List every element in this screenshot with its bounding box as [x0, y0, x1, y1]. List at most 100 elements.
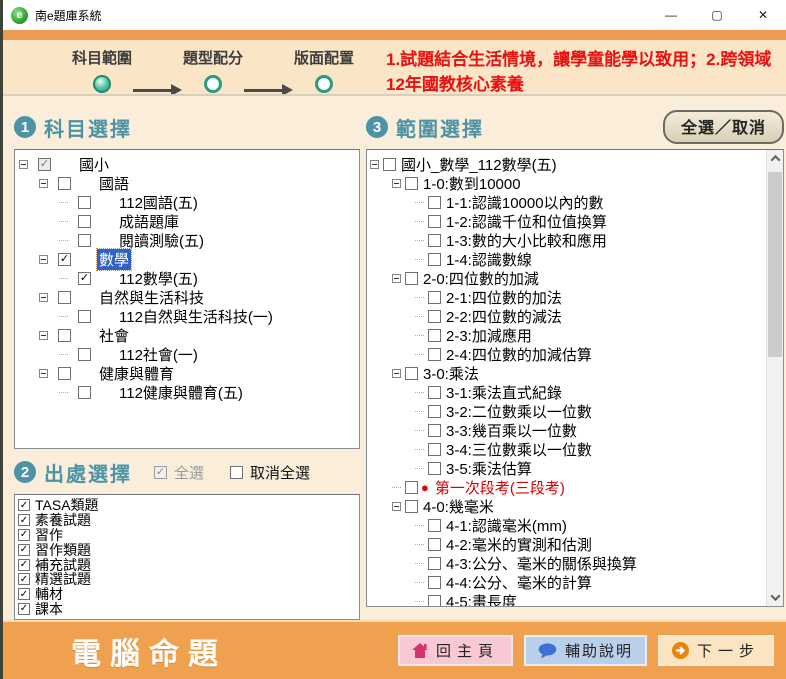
checkbox-icon[interactable] — [58, 291, 71, 304]
scroll-down-button[interactable] — [767, 589, 783, 606]
tree-node-label[interactable]: 112自然與生活科技(一) — [117, 306, 275, 327]
expander-minus-icon[interactable] — [39, 369, 48, 378]
tree-node-label[interactable]: 健康與體育 — [97, 363, 176, 384]
tree-node-label[interactable]: 2-2:四位數的減法 — [444, 306, 564, 327]
step-question-allocation[interactable]: 題型配分 — [176, 47, 250, 93]
tree-node-label[interactable]: 國語 — [97, 173, 131, 194]
tree-node-label[interactable]: 2-0:四位數的加減 — [421, 268, 541, 289]
tree-node-label[interactable]: 第一次段考(三段考) — [433, 477, 567, 498]
checkbox-icon[interactable] — [428, 253, 441, 266]
source-list-item[interactable]: ✓精選試題 — [18, 572, 359, 587]
scrollbar[interactable] — [766, 150, 783, 606]
tree-node-label[interactable]: 1-3:數的大小比較和應用 — [444, 230, 609, 251]
tree-node-label[interactable]: 3-4:三位數乘以一位數 — [444, 439, 594, 460]
tree-node-label[interactable]: 112社會(一) — [117, 344, 200, 365]
tree-node-label[interactable]: 4-5:畫長度 — [444, 591, 519, 607]
tree-node-label[interactable]: 2-4:四位數的加減估算 — [444, 344, 594, 365]
maximize-button[interactable]: ▢ — [694, 0, 740, 30]
checkbox-icon[interactable] — [428, 386, 441, 399]
checkbox-icon[interactable] — [428, 443, 441, 456]
expander-minus-icon[interactable] — [392, 179, 401, 188]
tree-node-label[interactable]: 112數學(五) — [117, 268, 200, 289]
checkbox-icon[interactable] — [428, 329, 441, 342]
checkbox-icon[interactable] — [428, 291, 441, 304]
tree-node-label[interactable]: 1-2:認識千位和位值換算 — [444, 211, 609, 232]
checkbox-icon[interactable] — [428, 462, 441, 475]
checkbox-icon[interactable] — [78, 386, 91, 399]
checkbox-icon[interactable] — [78, 348, 91, 361]
checkbox-icon[interactable]: ✓ — [18, 588, 30, 600]
expander-minus-icon[interactable] — [39, 179, 48, 188]
tree-node-label[interactable]: 4-2:毫米的實測和估測 — [444, 534, 594, 555]
tree-node-label[interactable]: 3-5:乘法估算 — [444, 458, 534, 479]
tree-node-label[interactable]: 4-3:公分、毫米的關係與換算 — [444, 553, 639, 574]
tree-node-label[interactable]: 閱讀測驗(五) — [117, 230, 206, 251]
expander-minus-icon[interactable] — [39, 293, 48, 302]
checkbox-icon[interactable] — [405, 272, 418, 285]
tree-node-label[interactable]: 成語題庫 — [117, 211, 181, 232]
checkbox-icon[interactable]: ✓ — [38, 158, 51, 171]
checkbox-icon[interactable] — [78, 215, 91, 228]
scroll-up-button[interactable] — [767, 150, 783, 167]
next-step-button[interactable]: 下一步 — [658, 635, 774, 666]
tree-node-label[interactable]: 4-4:公分、毫米的計算 — [444, 572, 594, 593]
tree-node-label[interactable]: 4-1:認識毫米(mm) — [444, 515, 569, 536]
help-button[interactable]: 輔助說明 — [524, 635, 647, 666]
checkbox-icon[interactable] — [428, 348, 441, 361]
tree-node-label[interactable]: 2-1:四位數的加法 — [444, 287, 564, 308]
checkbox-icon[interactable] — [405, 367, 418, 380]
checkbox-icon[interactable] — [428, 519, 441, 532]
home-button[interactable]: 回主頁 — [398, 635, 513, 666]
expander-minus-icon[interactable] — [39, 331, 48, 340]
tree-node-label[interactable]: 國小_數學_112數學(五) — [399, 154, 559, 175]
tree-node-label[interactable]: 3-0:乘法 — [421, 363, 481, 384]
tree-node-label[interactable]: 國小 — [77, 154, 111, 175]
tree-node-label[interactable]: 1-0:數到10000 — [421, 173, 523, 194]
tree-node-label[interactable]: 112健康與體育(五) — [117, 382, 245, 403]
expander-minus-icon[interactable] — [39, 255, 48, 264]
step-subject-range[interactable]: 科目範圍 — [65, 47, 139, 93]
source-list-item[interactable]: ✓素養試題 — [18, 513, 359, 528]
checkbox-icon[interactable] — [58, 177, 71, 190]
tree-node-label[interactable]: 112國語(五) — [117, 192, 200, 213]
checkbox-icon[interactable] — [428, 310, 441, 323]
checkbox-icon[interactable] — [428, 557, 441, 570]
checkbox-icon[interactable] — [58, 329, 71, 342]
checkbox-icon[interactable] — [428, 424, 441, 437]
checkbox-icon[interactable] — [428, 576, 441, 589]
checkbox-icon[interactable]: ✓ — [18, 514, 30, 526]
checkbox-icon[interactable] — [78, 234, 91, 247]
minimize-button[interactable]: — — [648, 0, 694, 30]
tree-node-label[interactable]: 社會 — [97, 325, 131, 346]
tree-node-label[interactable]: 3-1:乘法直式紀錄 — [444, 382, 564, 403]
checkbox-icon[interactable] — [428, 538, 441, 551]
checkbox-icon[interactable]: ✓ — [58, 253, 71, 266]
checkbox-icon[interactable]: ✓ — [78, 272, 91, 285]
deselect-all-checkbox[interactable]: 取消全選 — [230, 462, 310, 483]
checkbox-icon[interactable]: ✓ — [18, 544, 30, 556]
checkbox-icon[interactable] — [428, 405, 441, 418]
checkbox-icon[interactable] — [405, 177, 418, 190]
select-all-checkbox[interactable]: ✓ 全選 — [154, 462, 204, 483]
tree-node-label[interactable]: 自然與生活科技 — [97, 287, 206, 308]
checkbox-icon[interactable] — [58, 367, 71, 380]
tree-node-label[interactable]: 2-3:加減應用 — [444, 325, 534, 346]
expander-minus-icon[interactable] — [392, 369, 401, 378]
tree-node-label[interactable]: 4-0:幾毫米 — [421, 496, 496, 517]
checkbox-icon[interactable] — [405, 481, 418, 494]
tree-node-label[interactable]: 數學 — [97, 249, 131, 270]
expander-minus-icon[interactable] — [370, 160, 379, 169]
scrollbar-thumb[interactable] — [768, 172, 782, 357]
tree-node-label[interactable]: 1-4:認識數線 — [444, 249, 534, 270]
checkbox-icon[interactable]: ✓ — [18, 529, 30, 541]
checkbox-icon[interactable] — [383, 158, 396, 171]
checkbox-icon[interactable] — [428, 595, 441, 607]
expander-minus-icon[interactable] — [392, 502, 401, 511]
checkbox-icon[interactable] — [428, 196, 441, 209]
tree-node-label[interactable]: 1-1:認識10000以內的數 — [444, 192, 606, 213]
checkbox-icon[interactable] — [78, 310, 91, 323]
checkbox-icon[interactable]: ✓ — [18, 559, 30, 571]
checkbox-icon[interactable] — [78, 196, 91, 209]
checkbox-icon[interactable] — [428, 215, 441, 228]
tree-node-label[interactable]: 3-2:二位數乘以一位數 — [444, 401, 594, 422]
